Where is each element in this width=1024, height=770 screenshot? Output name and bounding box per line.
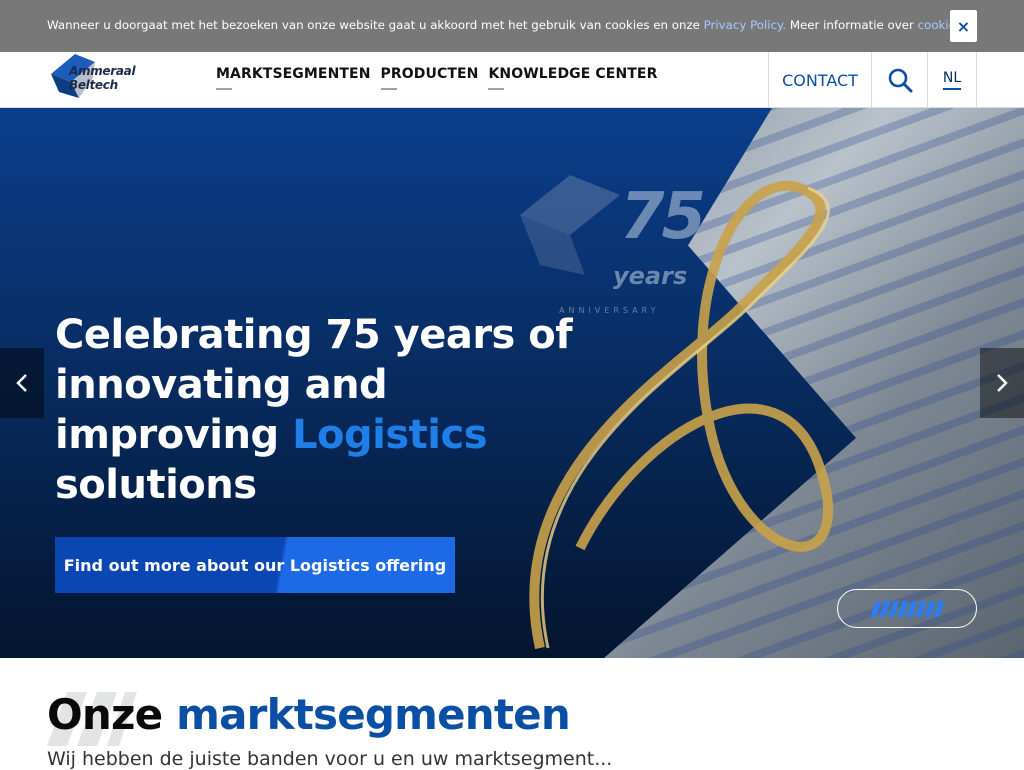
language-label: NL xyxy=(942,70,962,90)
contact-button[interactable]: CONTACT xyxy=(768,52,872,108)
headline-line-4: solutions xyxy=(55,462,257,508)
slide-indicator[interactable] xyxy=(837,589,977,628)
cookie-text-2: Meer informatie over xyxy=(786,18,918,32)
nav-item-producten[interactable]: PRODUCTEN xyxy=(380,66,479,90)
anniversary-years: years xyxy=(613,262,688,290)
chevron-right-icon xyxy=(997,374,1008,392)
brand-logo[interactable]: Ammeraal Beltech xyxy=(47,52,187,100)
anniversary-logo-icon xyxy=(520,175,620,275)
logo-text: Ammeraal Beltech xyxy=(69,64,136,92)
headline-line-2: innovating and xyxy=(55,362,388,408)
nav-item-marktsegmenten[interactable]: MARKTSEGMENTEN xyxy=(216,66,371,90)
search-icon xyxy=(888,68,912,93)
anniversary-number: 75 xyxy=(620,180,706,254)
search-button[interactable] xyxy=(872,52,928,108)
slider-prev-button[interactable] xyxy=(0,348,44,418)
segments-title-plain: Onze xyxy=(47,690,177,739)
nav-item-knowledge-center[interactable]: KNOWLEDGE CENTER xyxy=(488,66,657,90)
hero-headline: Celebrating 75 years of innovating and i… xyxy=(55,310,615,510)
header-tools: CONTACT NL xyxy=(768,52,977,108)
headline-line-1: Celebrating 75 years of xyxy=(55,312,573,358)
slider-next-button[interactable] xyxy=(980,348,1024,418)
cookie-close-button[interactable]: × xyxy=(950,10,977,42)
headline-line-3: improving xyxy=(55,412,293,458)
hero-cta-button[interactable]: Find out more about our Logistics offeri… xyxy=(55,537,455,593)
privacy-policy-link[interactable]: Privacy Policy. xyxy=(704,18,786,32)
language-selector[interactable]: NL xyxy=(928,52,977,108)
cookie-text-1: Wanneer u doorgaat met het bezoeken van … xyxy=(47,18,704,32)
segments-title-accent: marktsegmenten xyxy=(176,690,571,739)
anniversary-badge: 75 years ANNIVERSARY xyxy=(515,160,725,320)
hero-slider: 75 years ANNIVERSARY Celebrating 75 year… xyxy=(0,108,1024,658)
headline-accent: Logistics xyxy=(292,412,488,458)
main-nav: MARKTSEGMENTEN PRODUCTEN KNOWLEDGE CENTE… xyxy=(216,66,657,90)
chevron-left-icon xyxy=(16,374,27,392)
segments-title: Onze marktsegmenten xyxy=(47,690,571,739)
cookie-message: Wanneer u doorgaat met het bezoeken van … xyxy=(47,18,966,32)
close-icon: × xyxy=(956,16,971,36)
cookie-consent-bar: Wanneer u doorgaat met het bezoeken van … xyxy=(0,0,1024,52)
segments-subtitle: Wij hebben de juiste banden voor u en uw… xyxy=(47,748,613,770)
